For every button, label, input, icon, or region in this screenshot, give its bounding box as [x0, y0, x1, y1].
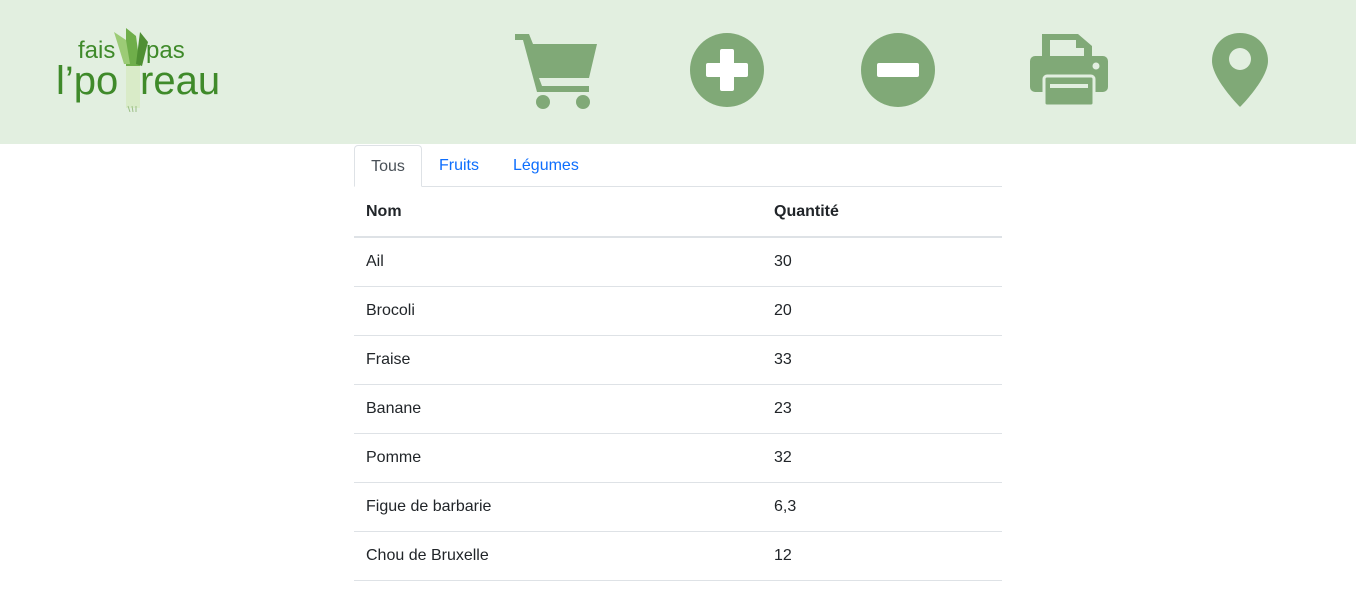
table-row[interactable]: Figue de barbarie 6,3	[354, 482, 1002, 532]
logo[interactable]: fais pas l’po reau	[56, 26, 226, 113]
cell-quantite: 20	[762, 286, 1002, 336]
tab-legumes[interactable]: Légumes	[513, 145, 579, 186]
cell-quantite: 32	[762, 433, 1002, 483]
print-button[interactable]	[1021, 28, 1117, 112]
table-row[interactable]: Banane 23	[354, 384, 1002, 434]
cell-nom: Figue de barbarie	[354, 482, 762, 532]
tab-tous[interactable]: Tous	[354, 145, 422, 187]
cell-nom: Pomme	[354, 433, 762, 483]
logo-text-reau: reau	[140, 59, 220, 103]
cell-quantite: 12	[762, 531, 1002, 581]
print-icon	[1030, 34, 1108, 108]
table-row[interactable]: Ail 30	[354, 237, 1002, 287]
site-header: fais pas l’po reau	[0, 0, 1356, 144]
table-header-row: Nom Quantité	[354, 187, 1002, 238]
cart-icon	[515, 34, 597, 109]
logo-text-lpo: l’po	[56, 59, 118, 103]
filter-tabs: Tous Fruits Légumes	[354, 145, 1002, 187]
tab-fruits[interactable]: Fruits	[439, 145, 479, 186]
cart-button[interactable]	[509, 28, 605, 112]
cell-quantite: 30	[762, 237, 1002, 287]
table-row[interactable]: Pomme 32	[354, 433, 1002, 483]
cell-nom: Ail	[354, 237, 762, 287]
cell-nom: Banane	[354, 384, 762, 434]
table-row[interactable]: Chou de Bruxelle 12	[354, 531, 1002, 581]
stock-table: Nom Quantité Ail 30 Brocoli 20 Fraise 33…	[354, 187, 1002, 581]
leek-logo-icon: fais pas l’po reau	[56, 28, 220, 113]
column-header-quantite[interactable]: Quantité	[762, 187, 1002, 238]
location-button[interactable]	[1192, 28, 1288, 112]
add-button[interactable]	[679, 28, 775, 112]
cell-quantite: 33	[762, 335, 1002, 385]
cell-nom: Brocoli	[354, 286, 762, 336]
add-circle-icon	[690, 33, 764, 107]
column-header-nom[interactable]: Nom	[354, 187, 762, 238]
cell-nom: Fraise	[354, 335, 762, 385]
main-content: Tous Fruits Légumes Nom Quantité Ail 30 …	[354, 145, 1002, 581]
cell-nom: Chou de Bruxelle	[354, 531, 762, 581]
cell-quantite: 23	[762, 384, 1002, 434]
remove-button[interactable]	[850, 28, 946, 112]
remove-circle-icon	[861, 33, 935, 107]
table-row[interactable]: Fraise 33	[354, 335, 1002, 385]
map-marker-icon	[1212, 33, 1268, 107]
table-row[interactable]: Brocoli 20	[354, 286, 1002, 336]
cell-quantite: 6,3	[762, 482, 1002, 532]
